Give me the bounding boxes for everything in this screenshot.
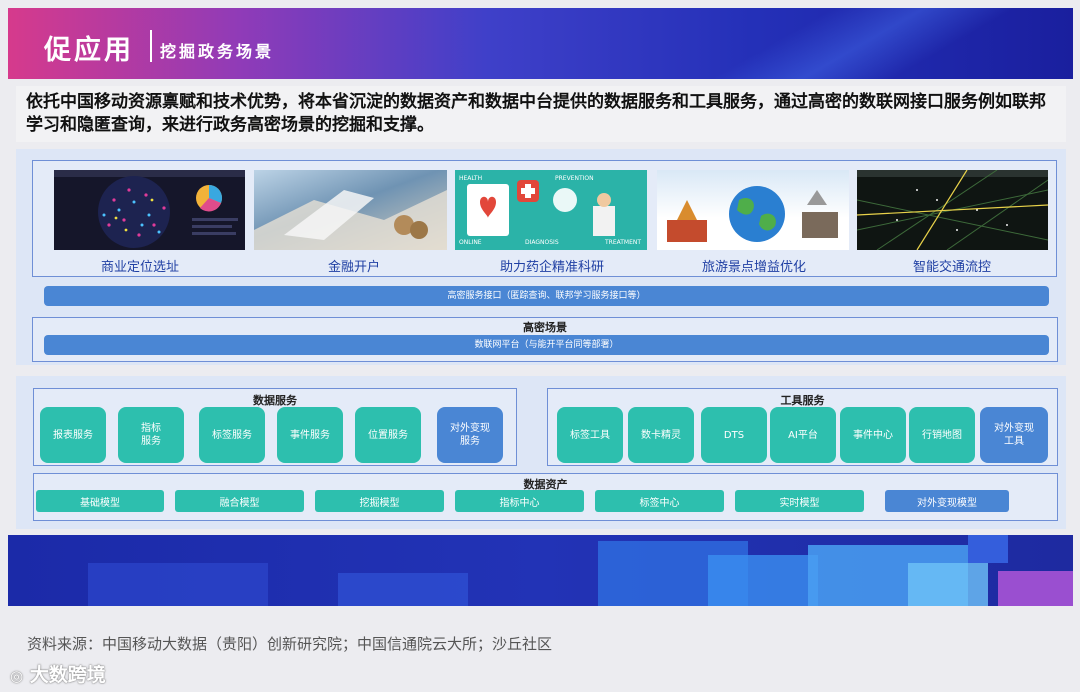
tool-service-tile: AI平台 — [770, 407, 836, 463]
watermark-logo: ◎ 大数跨境 — [10, 660, 106, 687]
health-word-3: ONLINE — [459, 239, 482, 246]
intro-text: 依托中国移动资源禀赋和技术优势，将本省沉淀的数据资产和数据中台提供的数据服务和工… — [26, 92, 1046, 135]
scenario-label-2: 金融开户 — [327, 260, 380, 275]
business-location-image — [54, 170, 245, 250]
data-service-tile: 事件服务 — [277, 407, 343, 463]
tool-service-tile: DTS — [701, 407, 767, 463]
intro-box: 依托中国移动资源禀赋和技术优势，将本省沉淀的数据资产和数据中台提供的数据服务和工… — [16, 86, 1066, 142]
data-asset-chip: 融合模型 — [175, 490, 304, 512]
location-map-graphic — [54, 170, 245, 248]
tool-service-tile: 数卡精灵 — [628, 407, 694, 463]
health-word-1: HEALTH — [459, 175, 482, 182]
health-word-2: PREVENTION — [555, 175, 594, 182]
watermark-text: 大数跨境 — [29, 664, 106, 686]
data-services-title: 数据服务 — [253, 394, 297, 407]
tool-service-tile: 事件中心 — [840, 407, 906, 463]
data-asset-chip: 指标中心 — [455, 490, 584, 512]
data-asset-chip: 标签中心 — [595, 490, 724, 512]
traffic-map-graphic — [857, 170, 1048, 250]
interface-bar: 高密服务接口（匿踪查询、联邦学习服务接口等） — [44, 286, 1049, 306]
tool-service-tile: 行销地图 — [909, 407, 975, 463]
source-note: 资料来源：中国移动大数据（贵阳）创新研究院；中国信通院云大所；沙丘社区 — [27, 635, 553, 653]
data-service-tile: 指标 服务 — [118, 407, 184, 463]
data-service-tile: 标签服务 — [199, 407, 265, 463]
page-subtitle: 挖掘政务场景 — [160, 42, 275, 61]
finance-account-image — [254, 170, 447, 250]
traffic-image — [857, 170, 1048, 250]
header-banner: 促应用 挖掘政务场景 — [8, 8, 1073, 79]
tool-service-tile: 对外变现 工具 — [980, 407, 1048, 463]
data-asset-chip: 对外变现模型 — [885, 490, 1009, 512]
page: 促应用 挖掘政务场景 依托中国移动资源禀赋和技术优势，将本省沉淀的数据资产和数据… — [0, 0, 1080, 692]
data-service-tile: 报表服务 — [40, 407, 106, 463]
tool-services-title: 工具服务 — [780, 394, 825, 407]
globe-graphic — [667, 186, 838, 242]
health-word-4: TREATMENT — [604, 239, 641, 246]
finance-graphic — [254, 190, 447, 250]
tool-service-tile: 标签工具 — [557, 407, 623, 463]
scene-title: 高密场景 — [523, 321, 567, 334]
page-title: 促应用 — [44, 35, 134, 66]
data-service-tile: 对外变现 服务 — [437, 407, 503, 463]
watermark-icon: ◎ — [10, 667, 24, 685]
healthcare-graphic: HEALTH PREVENTION ONLINE TREATMENT DIAGN… — [459, 175, 641, 246]
data-asset-chip: 实时模型 — [735, 490, 864, 512]
health-word-5: DIAGNOSIS — [525, 239, 559, 246]
title-divider — [150, 30, 152, 62]
platform-bar: 数联网平台（与能开平台同等部署） — [44, 335, 1049, 355]
tourism-image — [657, 170, 849, 250]
scenario-label-1: 商业定位选址 — [100, 260, 179, 275]
pharma-research-image: HEALTH PREVENTION ONLINE TREATMENT DIAGN… — [455, 170, 647, 250]
data-asset-chip: 挖掘模型 — [315, 490, 444, 512]
data-service-tile: 位置服务 — [355, 407, 421, 463]
decorative-band — [8, 535, 1073, 606]
scenario-label-5: 智能交通流控 — [912, 260, 991, 275]
scenario-label-3: 助力药企精准科研 — [499, 260, 604, 275]
data-asset-chip: 基础模型 — [36, 490, 164, 512]
scenario-label-4: 旅游景点增益优化 — [701, 260, 806, 275]
